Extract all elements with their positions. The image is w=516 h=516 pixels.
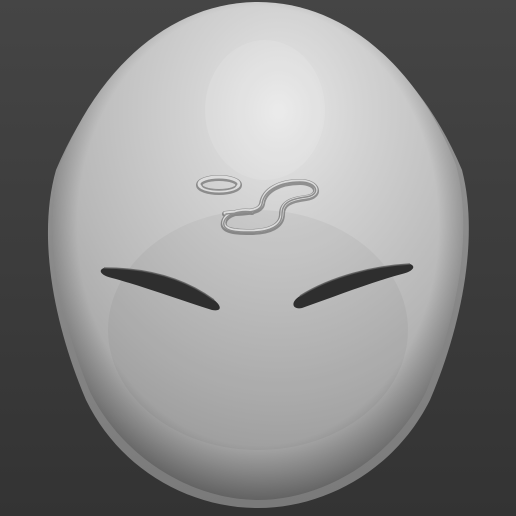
3d-viewport[interactable] — [0, 0, 516, 516]
mask-render — [47, 2, 469, 508]
